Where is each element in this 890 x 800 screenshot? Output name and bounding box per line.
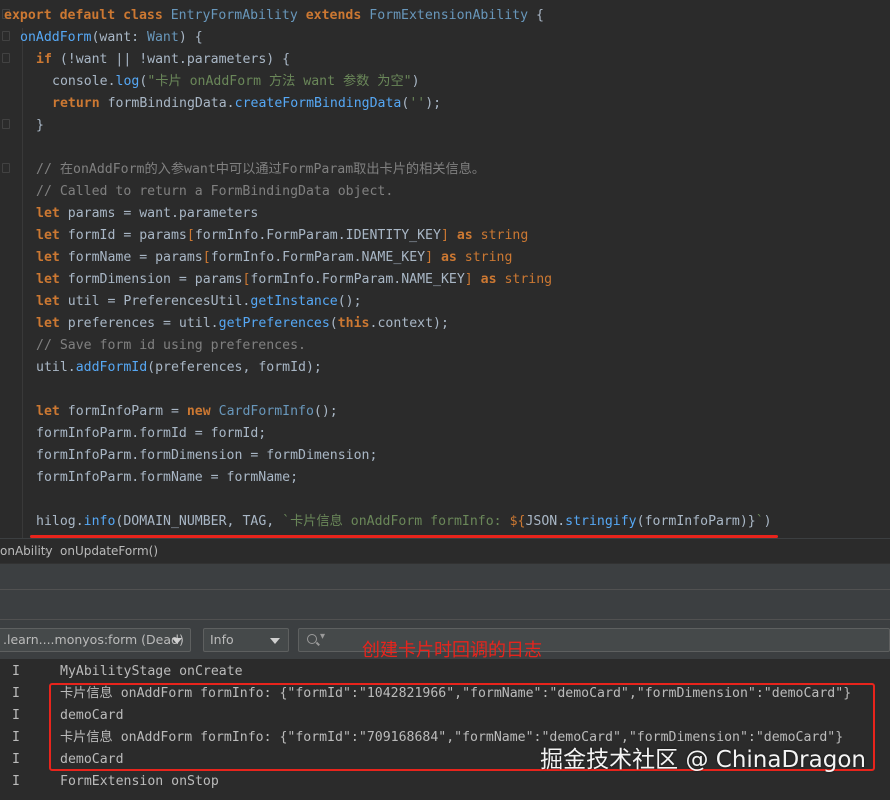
code-line-6: } (36, 118, 44, 133)
breadcrumb-item-method[interactable]: onUpdateForm() (60, 539, 158, 563)
search-icon (307, 634, 317, 644)
process-select[interactable]: .learn....monyos:form (Dead) (0, 628, 191, 652)
code-line-10: let params = want.parameters (36, 206, 259, 221)
fold-marker-icon[interactable] (2, 31, 10, 41)
log-panel-header (0, 563, 890, 590)
log-panel-tabs (0, 589, 890, 620)
code-line-hilog: hilog.info(DOMAIN_NUMBER, TAG, `卡片信息 onA… (36, 514, 772, 529)
process-select-value: .learn....monyos:form (Dead) (3, 632, 184, 647)
editor-gutter (0, 0, 14, 538)
indent-guide (22, 28, 23, 538)
code-line-17: util.addFormId(preferences, formId); (36, 360, 322, 375)
code-line-1: export default class EntryFormAbility ex… (4, 8, 544, 23)
fold-marker-icon[interactable] (2, 53, 10, 63)
code-comment-3: // Save form id using preferences. (36, 338, 306, 353)
code-editor[interactable]: export default class EntryFormAbility ex… (0, 0, 890, 538)
code-line-5: return formBindingData.createFormBinding… (52, 96, 442, 111)
search-history-icon[interactable]: ▾ (320, 631, 325, 642)
code-line-14: let util = PreferencesUtil.getInstance()… (36, 294, 362, 309)
code-line-13: let formDimension = params[formInfo.Form… (36, 272, 553, 287)
chevron-down-icon (270, 638, 280, 644)
code-comment-1: // 在onAddForm的入参want中可以通过FormParam取出卡片的相… (36, 162, 486, 177)
code-line-19: let formInfoParm = new CardFormInfo(); (36, 404, 338, 419)
code-line-22: formInfoParm.formName = formName; (36, 470, 299, 485)
code-comment-2: // Called to return a FormBindingData ob… (36, 184, 394, 199)
code-line-2: onAddForm(want: Want) { (20, 30, 203, 45)
code-line-12: let formName = params[formInfo.FormParam… (36, 250, 513, 265)
code-line-20: formInfoParm.formId = formId; (36, 426, 267, 441)
breadcrumb-separator: › (44, 544, 49, 558)
code-line-4: console.log("卡片 onAddForm 方法 want 参数 为空"… (52, 74, 420, 89)
log-level-select[interactable]: Info (203, 628, 289, 652)
chevron-down-icon (172, 638, 182, 644)
breadcrumb: onAbility › onUpdateForm() (0, 538, 890, 563)
code-line-21: formInfoParm.formDimension = formDimensi… (36, 448, 378, 463)
code-line-3: if (!want || !want.parameters) { (36, 52, 291, 67)
watermark: 掘金技术社区 @ ChinaDragon (540, 747, 866, 773)
fold-marker-icon[interactable] (2, 163, 10, 173)
code-line-15: let preferences = util.getPreferences(th… (36, 316, 449, 331)
fold-marker-icon[interactable] (2, 119, 10, 129)
code-line-11: let formId = params[formInfo.FormParam.I… (36, 228, 529, 243)
log-level-value: Info (210, 632, 234, 647)
